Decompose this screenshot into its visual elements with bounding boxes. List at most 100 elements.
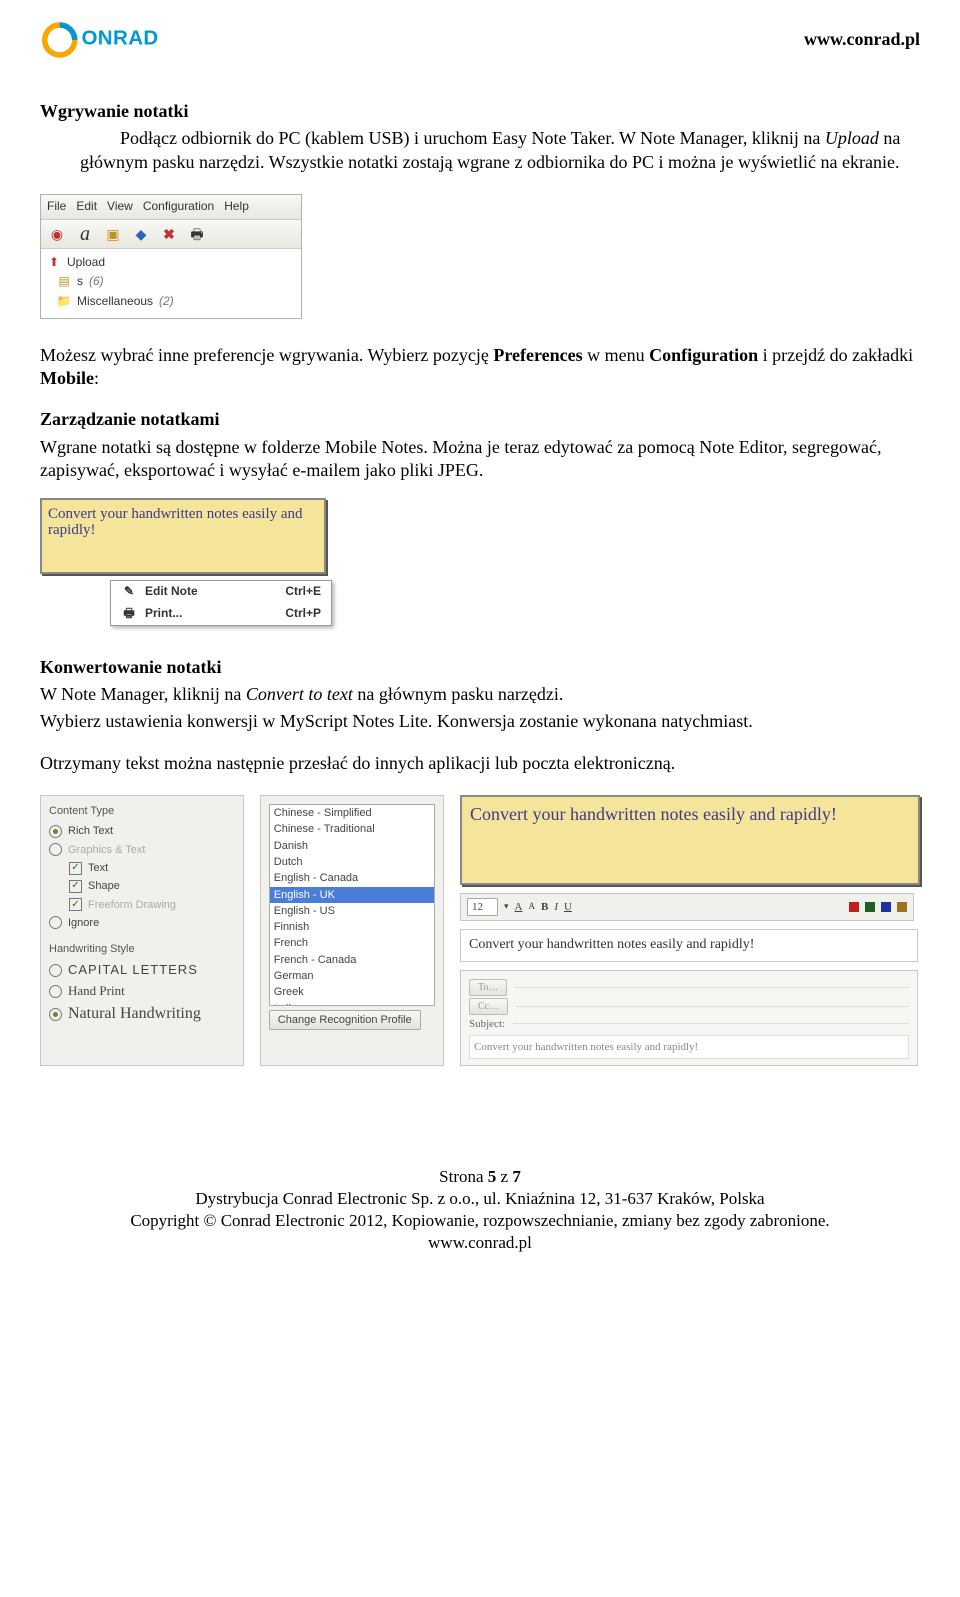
footer-page-number: Strona 5 z 7 [40,1166,920,1188]
context-menu: ✎Edit Note Ctrl+E 🖶Print... Ctrl+P [110,580,332,626]
svg-text:ONRAD: ONRAD [81,27,158,50]
editor-toolbar: 12 ▾ A A B I U [460,893,914,921]
radio-icon [49,843,62,856]
radio-icon [49,825,62,838]
language-option[interactable]: Chinese - Simplified [270,805,434,821]
tool-print-icon[interactable]: 🖶 [187,224,207,244]
language-option[interactable]: Greek [270,984,434,1000]
ctx-edit-note[interactable]: ✎Edit Note Ctrl+E [111,581,331,603]
section3-paragraph2: Wybierz ustawienia konwersji w MyScript … [40,710,920,733]
language-listbox[interactable]: Chinese - SimplifiedChinese - Traditiona… [269,804,435,1006]
email-subject-label: Subject: [469,1017,505,1031]
radio-icon [49,1008,62,1021]
menubar: File Edit View Configuration Help [41,195,301,220]
language-option[interactable]: English - US [270,903,434,919]
notes-icon: ▤ [57,275,71,289]
format-icon[interactable]: A [515,900,523,914]
dropdown-icon[interactable]: ▾ [504,901,509,913]
check-shape[interactable]: ✓ Shape [49,877,235,895]
tool-3-icon[interactable]: ▣ [103,224,123,244]
radio-natural[interactable]: Natural Handwriting [49,1002,235,1027]
checkbox-icon: ✓ [69,898,82,911]
language-option[interactable]: German [270,968,434,984]
radio-hand-print[interactable]: Hand Print [49,981,235,1002]
content-type-panel: Content Type Rich Text Graphics & Text ✓… [40,795,244,1066]
tool-delete-icon[interactable]: ✖ [159,224,179,244]
print-icon: 🖶 [121,606,137,622]
color-swatch-icon[interactable] [897,902,907,912]
section3-title: Konwertowanie notatki [40,656,920,679]
language-option[interactable]: Dutch [270,854,434,870]
section2-paragraph: Wgrane notatki są dostępne w folderze Mo… [40,436,920,483]
tree-notes[interactable]: ▤ s (6) [47,272,295,292]
radio-capital[interactable]: CAPITAL LETTERS [49,960,235,981]
folder-icon: 📁 [57,295,71,309]
format-icon[interactable]: A [528,901,535,913]
checkbox-icon: ✓ [69,862,82,875]
color-swatch-icon[interactable] [881,902,891,912]
color-swatch-icon[interactable] [865,902,875,912]
footer-line2: Copyright © Conrad Electronic 2012, Kopi… [40,1210,920,1232]
language-option[interactable]: Finnish [270,919,434,935]
ctx-shortcut: Ctrl+E [285,584,321,600]
footer-line3: www.conrad.pl [40,1232,920,1254]
tool-1-icon[interactable]: ◉ [47,224,67,244]
upload-icon: ⬆ [47,256,61,270]
email-to-button[interactable]: To… [469,979,507,996]
edit-icon: ✎ [121,584,137,600]
sidebar-tree: ⬆ Upload ▤ s (6) 📁 Miscellaneous (2) [41,249,301,318]
menu-configuration[interactable]: Configuration [143,199,214,215]
language-option[interactable]: English - UK [270,887,434,903]
tool-text-icon[interactable]: a [75,224,95,244]
tool-4-icon[interactable]: ◆ [131,224,151,244]
handwriting-label: Handwriting Style [49,942,235,956]
footer-line1: Dystrybucja Conrad Electronic Sp. z o.o.… [40,1188,920,1210]
screenshot-context-menu: Convert your handwritten notes easily an… [40,498,340,626]
header-url: www.conrad.pl [804,28,920,51]
radio-icon [49,916,62,929]
note-thumbnail: Convert your handwritten notes easily an… [40,498,326,574]
conrad-logo: ONRAD [40,20,190,60]
radio-ignore[interactable]: Ignore [49,914,235,932]
check-text[interactable]: ✓ Text [49,859,235,877]
screenshot-menubar: File Edit View Configuration Help ◉ a ▣ … [40,194,302,318]
bold-icon[interactable]: B [541,900,548,914]
page-footer: Strona 5 z 7 Dystrybucja Conrad Electron… [40,1166,920,1254]
menu-file[interactable]: File [47,199,66,215]
language-option[interactable]: Danish [270,838,434,854]
ctx-print[interactable]: 🖶Print... Ctrl+P [111,603,331,625]
section3-paragraph1: W Note Manager, kliknij na Convert to te… [40,683,920,706]
converted-text[interactable]: Convert your handwritten notes easily an… [460,929,918,961]
check-freeform[interactable]: ✓ Freeform Drawing [49,896,235,914]
section1-paragraph2: Możesz wybrać inne preferencje wgrywania… [40,344,920,391]
font-size-select[interactable]: 12 [467,898,498,916]
ctx-shortcut: Ctrl+P [285,606,321,622]
tree-upload[interactable]: ⬆ Upload [47,253,295,273]
email-body-text[interactable]: Convert your handwritten notes easily an… [469,1035,909,1059]
underline-icon[interactable]: U [564,900,572,914]
change-profile-button[interactable]: Change Recognition Profile [269,1010,421,1030]
italic-icon[interactable]: I [554,900,558,914]
email-cc-button[interactable]: Cc… [469,998,508,1015]
radio-rich-text[interactable]: Rich Text [49,822,235,840]
language-option[interactable]: French - Canada [270,952,434,968]
language-option[interactable]: Chinese - Traditional [270,821,434,837]
language-option[interactable]: French [270,935,434,951]
language-option[interactable]: English - Canada [270,870,434,886]
menu-help[interactable]: Help [224,199,249,215]
radio-icon [49,964,62,977]
screenshot-settings-row: Content Type Rich Text Graphics & Text ✓… [40,795,920,1066]
language-option[interactable]: Italian [270,1001,434,1006]
menu-view[interactable]: View [107,199,133,215]
section1-title: Wgrywanie notatki [40,100,920,123]
menu-edit[interactable]: Edit [76,199,97,215]
section2-title: Zarządzanie notatkami [40,408,920,431]
color-swatch-icon[interactable] [849,902,859,912]
page-header: ONRAD www.conrad.pl [40,20,920,60]
handwriting-note: Convert your handwritten notes easily an… [460,795,920,885]
section3-paragraph3: Otrzymany tekst można następnie przesłać… [40,752,920,775]
section1-paragraph1: Podłącz odbiornik do PC (kablem USB) i u… [40,127,920,174]
language-panel: Chinese - SimplifiedChinese - Traditiona… [260,795,444,1066]
tree-misc[interactable]: 📁 Miscellaneous (2) [47,292,295,312]
radio-graphics-text[interactable]: Graphics & Text [49,841,235,859]
